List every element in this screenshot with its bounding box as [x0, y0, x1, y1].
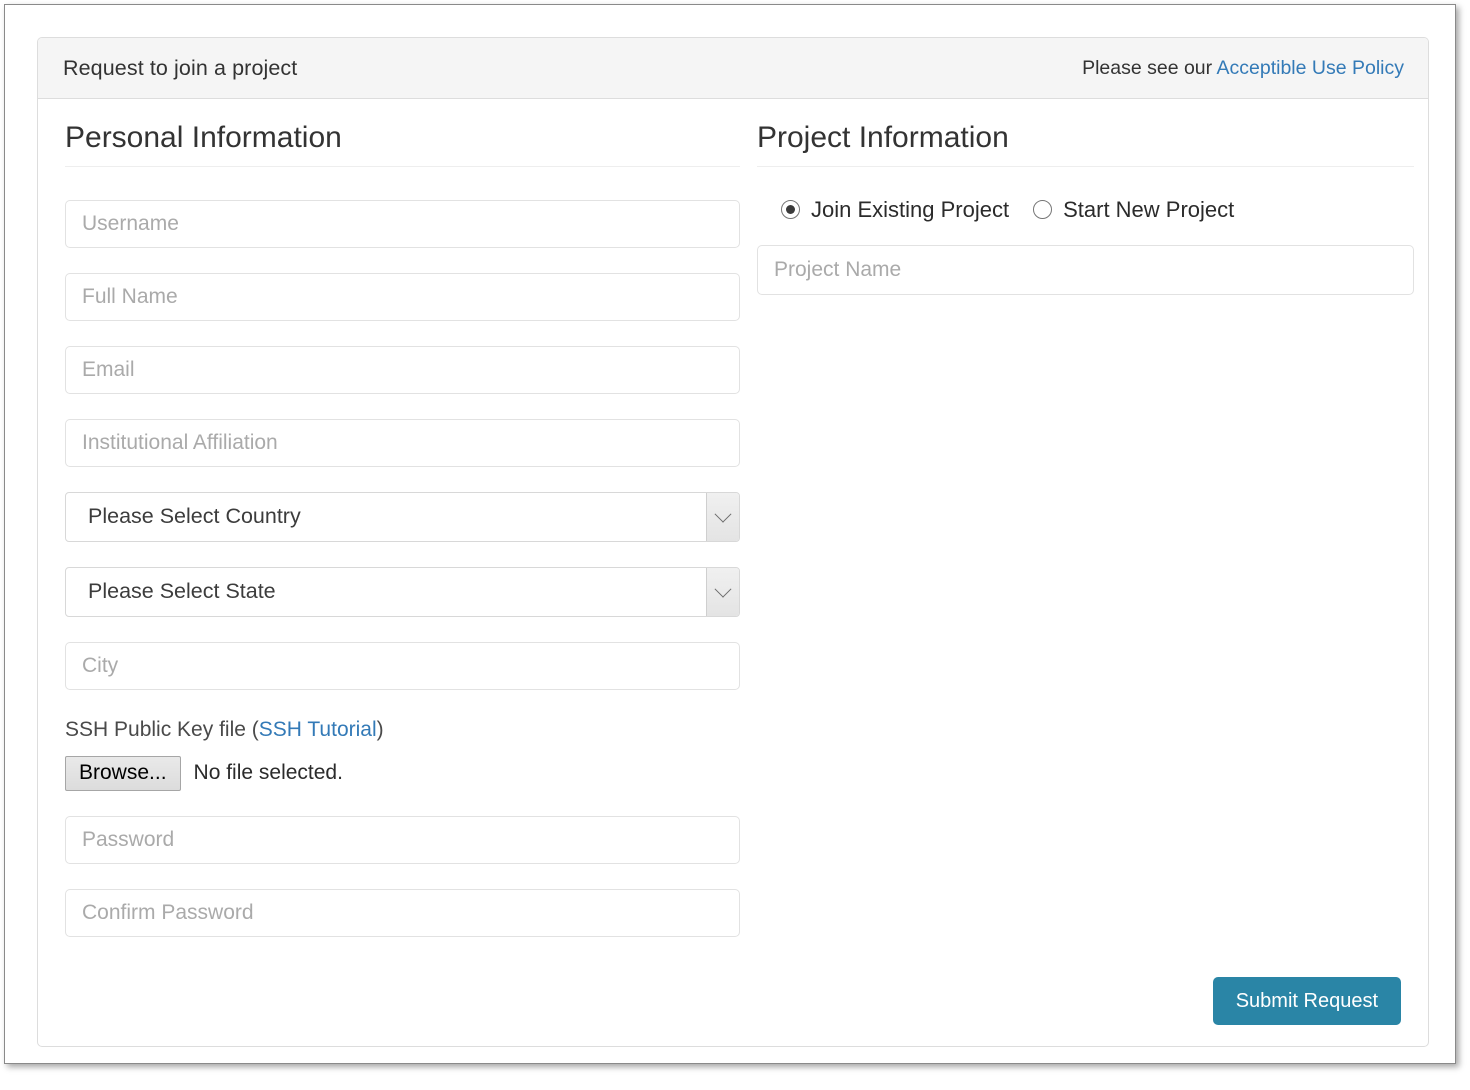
acceptable-use-policy-link[interactable]: Acceptible Use Policy	[1217, 57, 1405, 79]
submit-row: Submit Request	[1213, 977, 1401, 1025]
radio-selected-icon[interactable]	[781, 200, 800, 219]
full-name-input[interactable]	[65, 273, 740, 321]
project-mode-radio-group: Join Existing Project Start New Project	[757, 197, 1414, 223]
submit-request-button[interactable]: Submit Request	[1213, 977, 1401, 1025]
username-field-wrap	[65, 200, 740, 248]
full-name-field-wrap	[65, 273, 740, 321]
country-select-wrap: Please Select Country	[65, 492, 740, 542]
ssh-tutorial-link[interactable]: SSH Tutorial	[259, 718, 377, 741]
radio-join-existing-project-label: Join Existing Project	[811, 197, 1009, 223]
city-input[interactable]	[65, 642, 740, 690]
state-select-box[interactable]: Please Select State	[65, 567, 740, 617]
policy-note: Please see our Acceptible Use Policy	[1082, 57, 1404, 80]
email-input[interactable]	[65, 346, 740, 394]
ssh-public-key-label: SSH Public Key file (SSH Tutorial)	[65, 718, 740, 742]
state-select-dropdown-button[interactable]	[706, 568, 739, 616]
personal-information-column: Personal Information Please Sele	[65, 99, 740, 937]
page-title: Request to join a project	[63, 56, 297, 81]
radio-start-new-project[interactable]: Start New Project	[1033, 197, 1234, 223]
country-select-value: Please Select Country	[88, 504, 301, 529]
city-field-wrap	[65, 642, 740, 690]
state-select[interactable]: Please Select State	[65, 567, 740, 617]
policy-note-prefix: Please see our	[1082, 57, 1216, 79]
state-select-value: Please Select State	[88, 579, 276, 604]
project-name-field-wrap	[757, 245, 1414, 295]
radio-start-new-project-label: Start New Project	[1063, 197, 1234, 223]
confirm-password-field-wrap	[65, 889, 740, 937]
institutional-affiliation-field-wrap	[65, 419, 740, 467]
project-name-input[interactable]	[757, 245, 1414, 295]
state-select-wrap: Please Select State	[65, 567, 740, 617]
browse-file-button[interactable]: Browse...	[65, 756, 181, 792]
email-field-wrap	[65, 346, 740, 394]
panel-header: Request to join a project Please see our…	[38, 38, 1428, 99]
personal-information-heading: Personal Information	[65, 99, 740, 167]
institutional-affiliation-input[interactable]	[65, 419, 740, 467]
chevron-down-icon	[715, 505, 732, 522]
ssh-label-prefix: SSH Public Key file (	[65, 718, 259, 741]
radio-join-existing-project[interactable]: Join Existing Project	[781, 197, 1009, 223]
ssh-public-key-block: SSH Public Key file (SSH Tutorial) Brows…	[65, 718, 740, 792]
ssh-label-suffix: )	[377, 718, 384, 741]
project-information-column: Project Information Join Existing Projec…	[757, 99, 1414, 295]
country-select-box[interactable]: Please Select Country	[65, 492, 740, 542]
password-field-wrap	[65, 816, 740, 864]
country-select[interactable]: Please Select Country	[65, 492, 740, 542]
project-information-heading: Project Information	[757, 99, 1414, 167]
country-select-dropdown-button[interactable]	[706, 493, 739, 541]
password-input[interactable]	[65, 816, 740, 864]
request-panel: Request to join a project Please see our…	[37, 37, 1429, 1047]
confirm-password-input[interactable]	[65, 889, 740, 937]
browser-window-frame: Request to join a project Please see our…	[4, 4, 1456, 1064]
chevron-down-icon	[715, 580, 732, 597]
radio-unselected-icon[interactable]	[1033, 200, 1052, 219]
file-upload-row: Browse... No file selected.	[65, 756, 740, 792]
panel-body: Personal Information Please Sele	[38, 99, 1428, 1046]
file-selection-status: No file selected.	[194, 761, 343, 785]
username-input[interactable]	[65, 200, 740, 248]
